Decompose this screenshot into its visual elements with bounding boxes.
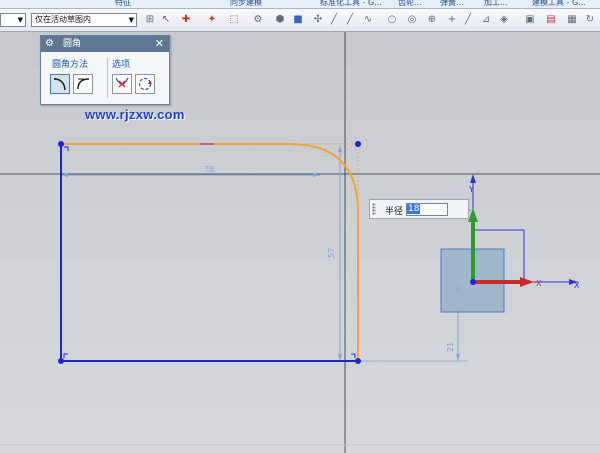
- x-axis-label: X: [536, 279, 542, 288]
- fillet-dialog-header[interactable]: ⚙ 圆角 ✕: [41, 36, 169, 52]
- csys-triad[interactable]: Y X X: [440, 174, 580, 313]
- dimension-horizontal[interactable]: 78: [61, 165, 320, 177]
- gear-icon[interactable]: ⚙: [45, 36, 54, 52]
- origin-point: [470, 279, 476, 285]
- radius-value: 18: [407, 204, 421, 214]
- close-icon[interactable]: ✕: [155, 36, 164, 52]
- x-axis-label: X: [574, 281, 580, 290]
- perpendicular-constraint-icon: [64, 146, 69, 151]
- dimension-vertical-value: 57: [327, 248, 336, 258]
- untrimmed-fillet-button[interactable]: [73, 74, 93, 94]
- delete-third-curve-button[interactable]: [112, 74, 132, 94]
- fillet-dialog: ⚙ 圆角 ✕ 圆角方法 选项: [40, 35, 170, 105]
- sketch-vertex: [58, 358, 64, 364]
- delete-curve-icon: [115, 77, 129, 88]
- watermark-text: www.rjzxw.com: [85, 107, 185, 122]
- perpendicular-constraint-icon: [351, 353, 356, 358]
- perpendicular-constraint-icon: [63, 353, 68, 358]
- trim-fillet-button[interactable]: [50, 74, 70, 94]
- drag-handle-icon[interactable]: [372, 203, 376, 215]
- sketch-vertex: [58, 141, 64, 147]
- untrimmed-fillet-icon: [77, 78, 90, 90]
- group-divider: [107, 58, 108, 98]
- radius-label: 半径: [385, 207, 404, 217]
- dimension-horizontal-value: 78: [204, 165, 214, 174]
- options-label: 选项: [112, 60, 131, 70]
- radius-input[interactable]: 18: [406, 203, 448, 216]
- sketch-vertex: [355, 358, 361, 364]
- y-axis-label: Y: [468, 185, 474, 194]
- dimension-vertical[interactable]: 57: [327, 145, 342, 361]
- trim-fillet-icon: [53, 78, 66, 91]
- radius-input-box: 半径 18: [369, 199, 469, 219]
- dimension-offset-value: 21: [446, 342, 455, 352]
- sketch-vertex: [355, 141, 361, 147]
- fillet-dialog-title: 圆角: [63, 39, 82, 49]
- alternate-fillet-icon: [138, 77, 152, 91]
- fillet-method-label: 圆角方法: [52, 60, 89, 70]
- create-alternate-fillet-button[interactable]: [135, 74, 155, 94]
